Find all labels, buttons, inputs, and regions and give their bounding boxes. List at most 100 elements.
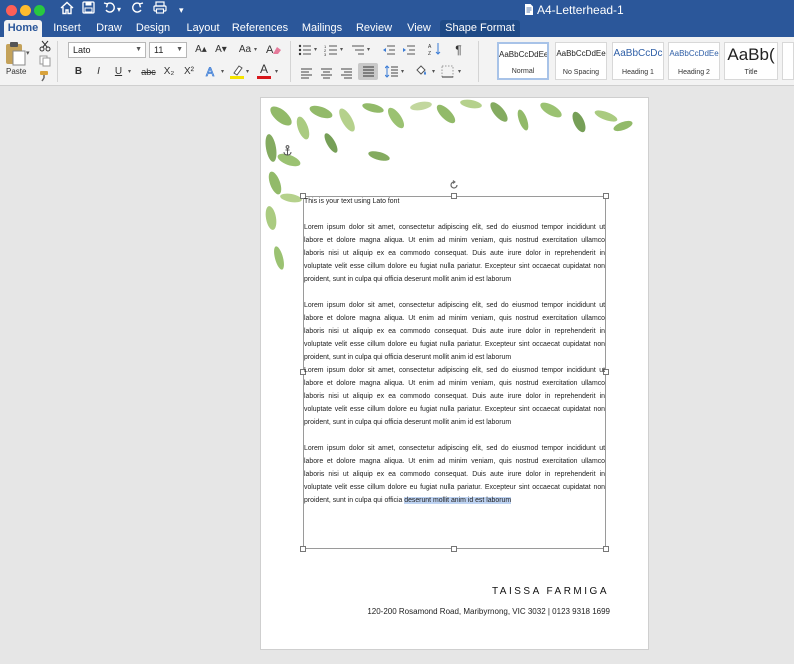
style-sample: AaBbCcDdEe	[499, 50, 547, 59]
home-icon[interactable]	[60, 1, 74, 20]
style-name: No Spacing	[562, 69, 600, 76]
shading-chevron-icon[interactable]: ▾	[432, 68, 435, 75]
italic-button[interactable]: I	[90, 64, 107, 80]
shrink-font-button[interactable]: A▾	[212, 42, 230, 58]
styles-gallery-scroll[interactable]	[782, 42, 794, 80]
paragraph-line: laboris nisi ut aliquip ex ea commodo co…	[304, 250, 605, 257]
style-normal[interactable]: AaBbCcDdEe Normal	[497, 42, 549, 80]
strikethrough-button[interactable]: abc	[138, 64, 159, 80]
paragraph-line: voluptate velit esse cillum dolore eu fu…	[304, 341, 605, 348]
tab-design[interactable]: Design	[132, 20, 174, 37]
paragraph-line: Lorem ipsum dolor sit amet, consectetur …	[304, 224, 605, 231]
change-case-button[interactable]: Aa	[236, 42, 254, 58]
decrease-indent-icon[interactable]	[382, 43, 396, 61]
clear-formatting-icon[interactable]: A	[266, 42, 282, 61]
svg-text:A: A	[266, 44, 274, 56]
subscript-button[interactable]: X₂	[160, 64, 178, 80]
numbering-icon[interactable]: 123	[324, 43, 338, 61]
paragraph-line: Lorem ipsum dolor sit amet, consectetur …	[304, 367, 605, 374]
paragraph-line: labore et dolore magna aliqua. Ut enim a…	[304, 237, 605, 244]
highlight-chevron-icon[interactable]: ▾	[246, 68, 249, 75]
rotate-handle-icon[interactable]	[449, 177, 459, 195]
justify-icon[interactable]	[358, 63, 378, 80]
align-center-icon[interactable]	[320, 66, 333, 84]
redo-icon[interactable]	[131, 1, 144, 19]
tab-references[interactable]: References	[231, 20, 289, 37]
resize-handle[interactable]	[603, 546, 609, 552]
tab-review[interactable]: Review	[354, 20, 394, 37]
align-right-icon[interactable]	[340, 66, 353, 84]
superscript-button[interactable]: X²	[180, 64, 198, 80]
borders-chevron-icon[interactable]: ▾	[458, 68, 461, 75]
selected-text[interactable]: deserunt mollit anim id est laborum	[404, 497, 512, 504]
tab-draw[interactable]: Draw	[91, 20, 127, 37]
signature-name: TAISSA FARMIGA	[491, 586, 609, 597]
font-size-value: 11	[154, 45, 164, 55]
customize-icon[interactable]: ▾	[179, 1, 184, 19]
paste-options-chevron-icon[interactable]: ▾	[26, 49, 30, 57]
ribbon-home: Paste ▾ Lato ▼ 11 ▼ A▴ A▾ Aa ▾ A B I U ▾ a…	[0, 37, 794, 86]
align-left-icon[interactable]	[300, 66, 313, 84]
tab-layout[interactable]: Layout	[181, 20, 225, 37]
line-spacing-icon[interactable]	[384, 65, 399, 83]
tab-insert[interactable]: Insert	[47, 20, 87, 37]
undo-icon[interactable]	[103, 1, 116, 19]
divider	[290, 41, 291, 82]
font-color-button[interactable]: A	[257, 61, 271, 77]
font-name-value: Lato	[73, 45, 91, 55]
style-no-spacing[interactable]: AaBbCcDdEe No Spacing	[555, 42, 607, 80]
bullets-chevron-icon[interactable]: ▾	[314, 46, 317, 53]
multilevel-list-icon[interactable]	[351, 43, 365, 61]
heading-line: This is your text using Lato font	[304, 198, 400, 205]
minimize-window-button[interactable]	[20, 5, 31, 16]
shading-icon[interactable]	[414, 64, 428, 83]
borders-icon[interactable]	[441, 65, 454, 83]
style-heading-1[interactable]: AaBbCcDc Heading 1	[612, 42, 664, 80]
highlight-color-icon[interactable]	[230, 64, 244, 84]
style-heading-2[interactable]: AaBbCcDdEe Heading 2	[668, 42, 720, 80]
grow-font-button[interactable]: A▴	[192, 42, 210, 58]
bullets-icon[interactable]	[298, 43, 312, 61]
divider	[478, 41, 479, 82]
sort-icon[interactable]: AZ	[428, 42, 442, 61]
tab-mailings[interactable]: Mailings	[298, 20, 346, 37]
close-window-button[interactable]	[6, 5, 17, 16]
show-formatting-marks-button[interactable]: ¶	[451, 42, 466, 58]
format-painter-icon[interactable]	[39, 69, 51, 87]
undo-dropdown-icon[interactable]: ▾	[117, 1, 121, 19]
resize-handle[interactable]	[451, 546, 457, 552]
signature-address: 120-200 Rosamond Road, Maribyrnong, VIC …	[367, 607, 610, 616]
tab-view[interactable]: View	[403, 20, 435, 37]
numbering-chevron-icon[interactable]: ▾	[340, 46, 343, 53]
line-spacing-chevron-icon[interactable]: ▾	[401, 68, 404, 75]
font-color-swatch	[257, 76, 271, 79]
font-color-chevron-icon[interactable]: ▾	[275, 68, 278, 75]
paragraph-line: voluptate velit esse cillum dolore eu fu…	[304, 263, 605, 270]
paragraph-last-line[interactable]: proident, sunt in culpa qui officia dese…	[304, 494, 605, 507]
document-icon	[524, 3, 534, 21]
underline-button[interactable]: U	[110, 64, 127, 80]
font-name-select[interactable]: Lato ▼	[68, 42, 146, 58]
paragraph-line: Lorem ipsum dolor sit amet, consectetur …	[304, 445, 605, 452]
multilevel-chevron-icon[interactable]: ▾	[367, 46, 370, 53]
text-effects-icon[interactable]: A	[205, 64, 219, 84]
text-effects-chevron-icon[interactable]: ▾	[221, 68, 224, 75]
increase-indent-icon[interactable]	[402, 43, 416, 61]
tab-home[interactable]: Home	[4, 20, 42, 37]
window-title: A4-Letterhead-1	[537, 3, 624, 17]
font-size-select[interactable]: 11 ▼	[149, 42, 187, 58]
paragraph-line: voluptate velit esse cillum dolore eu fu…	[304, 484, 605, 491]
paragraph-line: proident, sunt in culpa qui officia dese…	[304, 276, 512, 283]
zoom-window-button[interactable]	[34, 5, 45, 16]
paragraph-line: voluptate velit esse cillum dolore eu fu…	[304, 406, 605, 413]
divider	[57, 41, 58, 82]
save-icon[interactable]	[82, 1, 95, 19]
underline-chevron-icon[interactable]: ▾	[128, 68, 131, 75]
change-case-chevron-icon[interactable]: ▾	[254, 46, 257, 53]
paragraph-line: proident, sunt in culpa qui officia dese…	[304, 354, 512, 361]
tab-shape-format[interactable]: Shape Format	[440, 20, 520, 37]
bold-button[interactable]: B	[70, 64, 87, 80]
resize-handle[interactable]	[300, 546, 306, 552]
print-icon[interactable]	[153, 1, 167, 19]
style-title[interactable]: AaBb( Title	[724, 42, 778, 80]
